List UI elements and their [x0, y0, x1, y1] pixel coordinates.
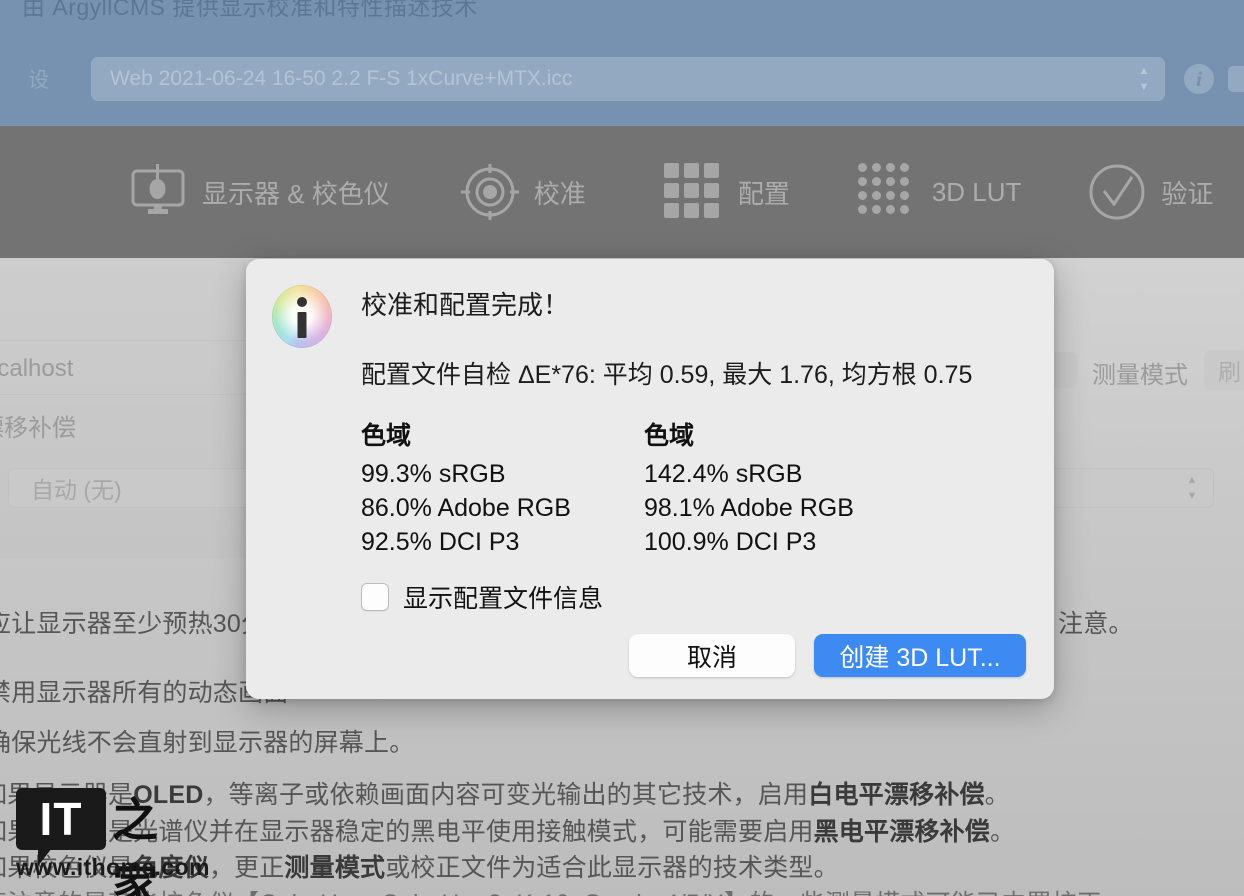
instruction-text: 注意。 [1058, 610, 1134, 638]
toolbar-item-label: 校准 [533, 178, 586, 209]
toolbar-item-verification[interactable]: 验证 [1087, 163, 1213, 221]
app-header: 由 ArgyllCMS 提供显示校准和特性描述技术 设 Web 2021-06-… [0, 0, 1244, 126]
instruction-line-1-tail: 注意。 [1058, 604, 1134, 640]
gamut-value: 142.4% sRGB [644, 460, 803, 488]
watermark-url: www.ithome.com [16, 854, 210, 880]
gamut-heading: 色域 [361, 422, 412, 450]
dialog-title: 校准和配置完成！ [361, 290, 570, 320]
auto-select-value: 自动 (无) [31, 477, 122, 503]
note-suffix: 或校正文件为适合此显示器的技术类型。 [385, 854, 839, 882]
note-mid: ，更正 [208, 854, 285, 882]
gamut-column: 色域 99.3% sRGB 86.0% Adobe RGB 92.5% DCI … [361, 416, 644, 559]
profile-select[interactable]: Web 2021-06-24 16-50 2.2 F-S 1xCurve+MTX… [91, 57, 1165, 101]
header-tagline: 由 ArgyllCMS 提供显示校准和特性描述技术 [22, 0, 478, 20]
instruction-line-3: 确保光线不会直射到显示器的屏幕上。 [0, 723, 414, 759]
toolbar-item-label: 显示器 & 校色仪 [202, 178, 390, 209]
note-mid: ，等离子或依赖画面内容可变光输出的其它技术，启用 [203, 781, 809, 809]
info-icon[interactable]: i [1184, 64, 1214, 94]
show-profile-info-checkbox[interactable] [361, 583, 389, 611]
settings-label: 设 [28, 69, 49, 92]
gamut-value: 98.1% Adobe RGB [644, 494, 854, 522]
refresh-button[interactable]: 刷 [1204, 350, 1244, 390]
note-prefix: 请注意的是某些校色仪【ColorHug, ColorHug2, K-10, Sp… [0, 890, 1127, 896]
app-window: ocalhost 漂移补偿 自动 (无) ▲▼ 测量模式 刷 应让显示器至少预热… [0, 0, 1244, 896]
watermark-logo: IT [16, 788, 106, 866]
toolbar-item-profiling[interactable]: 配置 [663, 163, 790, 221]
toolbar-item-display[interactable]: 显示器 & 校色仪 [128, 163, 390, 221]
gamut-value: 86.0% Adobe RGB [361, 494, 571, 522]
color-info-icon [272, 285, 332, 348]
display-icon [128, 163, 188, 221]
gamut-value: 100.9% DCI P3 [644, 528, 817, 556]
cancel-button[interactable]: 取消 [629, 634, 795, 677]
stepper-icon[interactable]: ▲ ▼ [1137, 66, 1151, 93]
toolbar-item-label: 配置 [737, 178, 790, 209]
panel-divider [0, 394, 246, 395]
note-emphasis: 黑电平漂移补偿 [813, 818, 991, 846]
toolbar-item-label: 验证 [1161, 178, 1214, 209]
check-circle-icon [1087, 163, 1147, 221]
drift-compensation-label: 漂移补偿 [0, 415, 76, 442]
panel-divider [0, 340, 246, 341]
toolbar-item-calibration[interactable]: 校准 [460, 163, 586, 221]
note-suffix: 。 [990, 818, 1016, 846]
grid3-icon [663, 163, 724, 221]
note-suffix: 。 [984, 781, 1010, 809]
show-profile-info-label: 显示配置文件信息 [403, 585, 604, 613]
toolbar-item-3dlut[interactable]: 3D LUT [857, 163, 1022, 221]
instruction-text: 确保光线不会直射到显示器的屏幕上。 [0, 729, 415, 757]
dialog-summary: 配置文件自检 ΔE*76: 平均 0.59, 最大 1.76, 均方根 0.75 [361, 361, 973, 389]
gamut-column: 色域 142.4% sRGB 98.1% Adobe RGB 100.9% DC… [644, 416, 927, 559]
toolbar-item-label: 3D LUT [931, 176, 1022, 207]
grid4-icon [857, 163, 918, 221]
note-line-4: 请注意的是某些校色仪【ColorHug, ColorHug2, K-10, Sp… [0, 884, 1127, 896]
gamut-heading: 色域 [644, 422, 695, 450]
host-value: ocalhost [0, 355, 74, 382]
note-emphasis: 测量模式 [284, 854, 386, 882]
dialog-button-row: 取消 创建 3D LUT... [629, 634, 1026, 677]
gamut-value: 99.3% sRGB [361, 460, 506, 488]
target-icon [460, 163, 520, 221]
create-3dlut-button[interactable]: 创建 3D LUT... [814, 634, 1026, 677]
panel-toggle-icon[interactable] [1228, 66, 1244, 92]
gamut-value: 92.5% DCI P3 [361, 528, 520, 556]
measure-mode-label: 测量模式 [1092, 362, 1188, 389]
completion-dialog: 校准和配置完成！ 配置文件自检 ΔE*76: 平均 0.59, 最大 1.76,… [246, 259, 1054, 699]
note-emphasis: 白电平漂移补偿 [808, 781, 985, 809]
watermark: IT 之家 www.ithome.com [16, 788, 209, 896]
stepper-icon[interactable]: ▲ ▼ [1185, 475, 1199, 502]
profile-value: Web 2021-06-24 16-50 2.2 F-S 1xCurve+MTX… [110, 67, 573, 90]
gamut-columns: 色域 99.3% sRGB 86.0% Adobe RGB 92.5% DCI … [361, 416, 927, 559]
main-toolbar: 显示器 & 校色仪 校准 配置 3D LUT 验证 [0, 126, 1244, 258]
show-profile-info-row[interactable]: 显示配置文件信息 [361, 579, 603, 615]
